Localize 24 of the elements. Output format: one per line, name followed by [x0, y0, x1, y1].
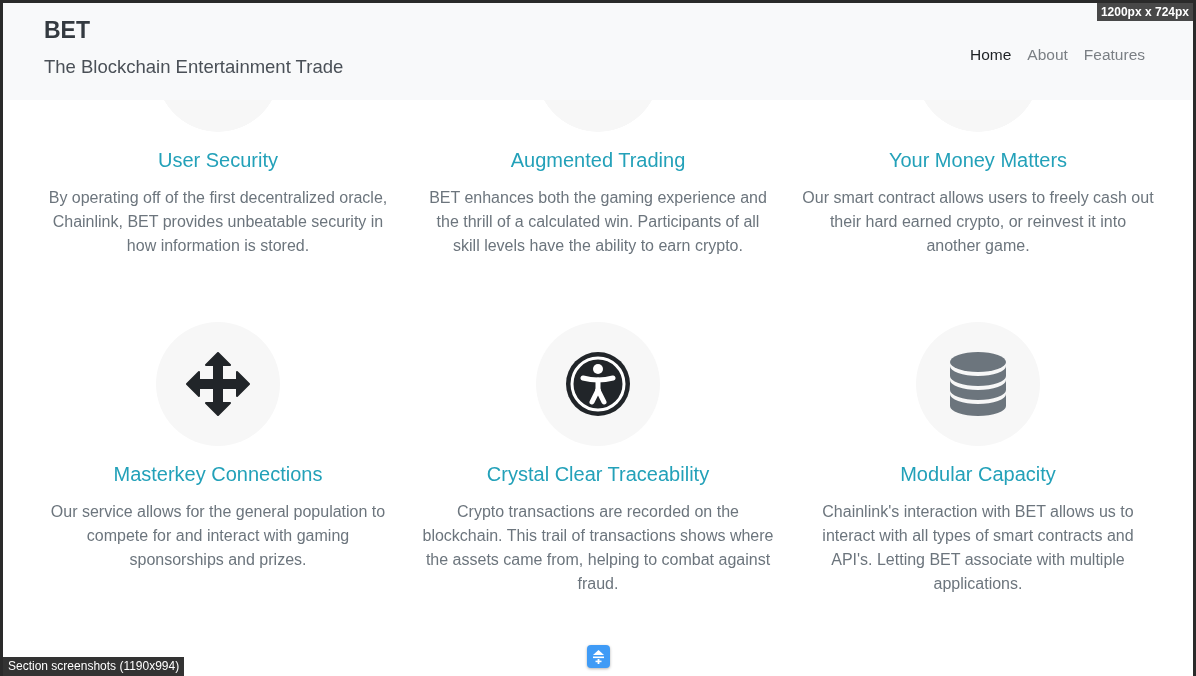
feature-title: Crystal Clear Traceability: [486, 462, 710, 486]
feature-description: BET enhances both the gaming experience and the thrill of a calculated win. Participants of all skill levels have the ability to earn crypto.: [428, 188, 768, 256]
feature-title: Augmented Trading: [510, 148, 686, 172]
size-badge: 1200px x 724px: [1096, 3, 1193, 21]
nav-link[interactable]: Features: [1075, 42, 1153, 67]
database-icon: [950, 352, 1006, 416]
accessibility-icon: [566, 352, 630, 416]
tagline: The Blockchain Entertainment Trade: [44, 55, 344, 79]
section-label: Section screenshots (1190x994): [3, 657, 185, 676]
nav-link[interactable]: About: [1019, 42, 1076, 67]
brand-link[interactable]: BET: [44, 15, 90, 45]
feature-description: Chainlink's interaction with BET allows us to interact with all types of smart contracts and API's. Letting BET associate with multiple applications.: [821, 502, 1135, 594]
four-way-arrows-icon: [186, 352, 250, 416]
feature-title: Your Money Matters: [888, 148, 1068, 172]
feature-description: By operating off of the first decentralized oracle, Chainlink, BET provides unbeatable security in how information is stored.: [47, 188, 389, 256]
feature-description: Crypto transactions are recorded on the blockchain. This trail of transactions shows where the assets came from, helping to combat against fraud.: [421, 502, 775, 594]
expand-button[interactable]: [587, 645, 610, 668]
arrow-plus-icon: [593, 649, 604, 664]
nav-link[interactable]: Home: [961, 42, 1020, 67]
feature-description: Our smart contract allows users to freely cash out their hard earned crypto, or reinvest it into another game.: [801, 188, 1155, 256]
feature-title: User Security: [158, 148, 278, 172]
feature-title: Masterkey Connections: [113, 462, 323, 486]
feature-title: Modular Capacity: [900, 462, 1056, 486]
feature-description: Our service allows for the general population to compete for and interact with gaming sponsorships and prizes.: [49, 502, 387, 570]
